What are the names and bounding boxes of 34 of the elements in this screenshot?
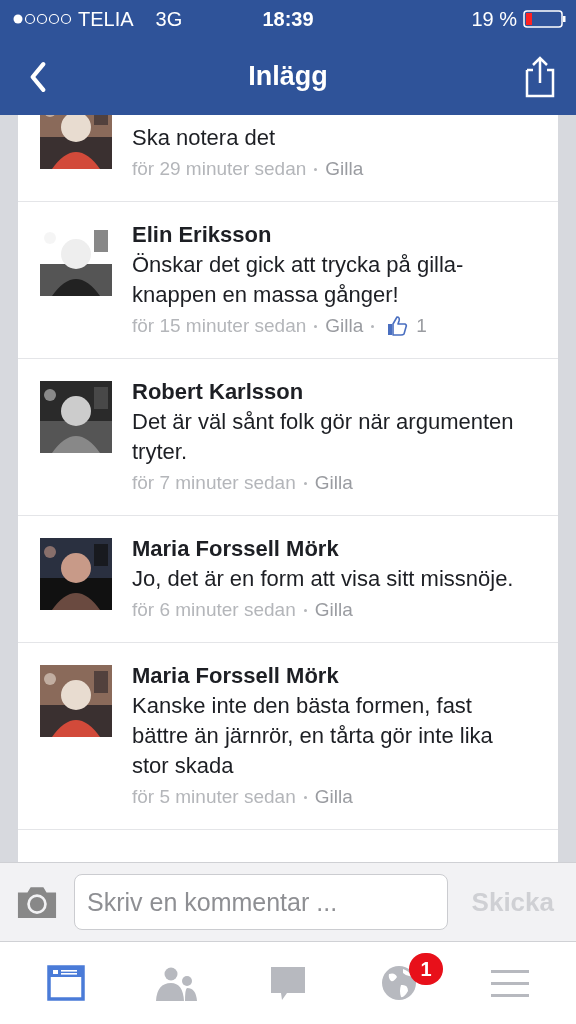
like-link[interactable]: Gilla	[325, 310, 364, 342]
news-feed-icon[interactable]	[46, 965, 85, 1001]
thumbs-up-icon	[386, 315, 409, 337]
comment-text: Önskar det gick att trycka på gilla-knappen en massa gånger!	[132, 251, 465, 309]
like-link[interactable]: Gilla	[314, 781, 353, 813]
back-icon[interactable]	[28, 60, 48, 93]
comment-text: Kanske inte den bästa formen, fast bättre än järnrör, en tårta gör inte lika stor skada	[132, 692, 494, 780]
timestamp: för 6 minuter sedan	[132, 598, 296, 622]
timestamp: för 15 minuter sedan	[132, 314, 307, 338]
network-type: 3G	[155, 7, 183, 31]
timestamp: för 5 minuter sedan	[132, 785, 296, 809]
battery-icon	[523, 10, 566, 28]
battery-percent: 19 %	[471, 7, 517, 31]
like-link[interactable]: Gilla	[314, 467, 353, 499]
globe-icon[interactable]	[381, 965, 418, 1001]
timestamp: för 7 minuter sedan	[132, 471, 296, 495]
comment-text: Ska notera det	[132, 124, 277, 152]
comment-text: Jo, det är en form att visa sitt missnöje.	[132, 565, 515, 593]
author-name[interactable]: Maria Forssell Mörk	[132, 534, 522, 564]
clock-time: 18:39	[262, 7, 314, 31]
author-name[interactable]: Elin Eriksson	[132, 220, 522, 250]
signal-icon	[12, 11, 72, 27]
like-link[interactable]: Gilla	[314, 594, 353, 626]
timestamp: för 29 minuter sedan	[132, 157, 307, 181]
like-link[interactable]: Gilla	[325, 153, 364, 185]
share-icon[interactable]	[524, 55, 556, 98]
comment-field[interactable]: Skriv en kommentar ...	[74, 874, 448, 930]
author-name[interactable]: Maria Forssell Mörk	[132, 661, 522, 691]
carrier-name: TELIA	[78, 7, 134, 31]
notification-badge: 1	[409, 953, 444, 985]
comment-text: Det är väl sånt folk gör när argumenten tryter.	[132, 408, 515, 466]
like-count: 1	[416, 314, 427, 338]
author-name[interactable]: Robert Karlsson	[132, 377, 522, 407]
page-title: Inlägg	[248, 61, 328, 92]
